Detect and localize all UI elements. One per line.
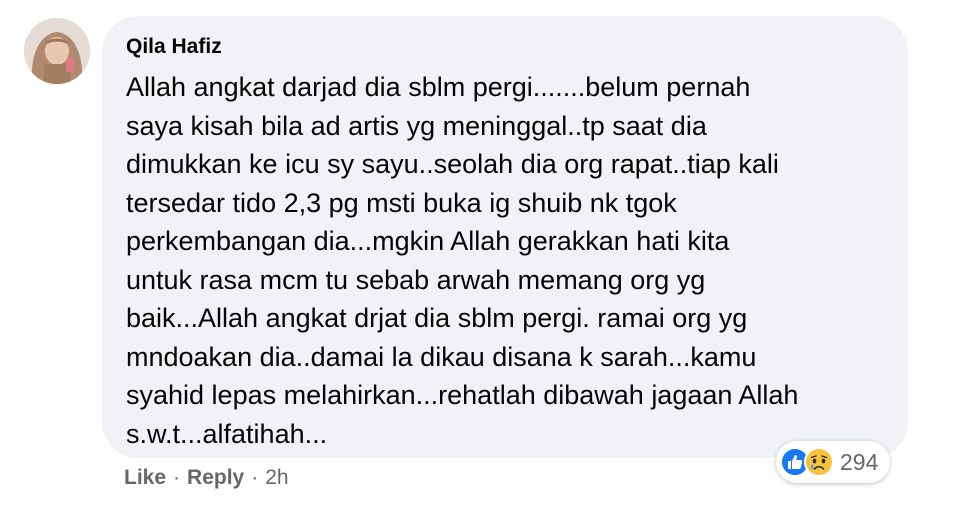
comment-text-line: perkembangan dia...mgkin Allah gerakkan … (126, 226, 730, 256)
comment-text-line: s.w.t...alfatihah... (126, 418, 328, 449)
comment-text-line: baik...Allah angkat drjat dia sblm pergi… (126, 303, 748, 333)
separator: · (173, 466, 181, 489)
comment-text-line: tersedar tido 2,3 pg msti buka ig shuib … (126, 187, 677, 218)
avatar-image (24, 18, 90, 84)
separator: · (251, 466, 259, 489)
comment-text-line: syahid lepas melahirkan...rehatlah dibaw… (126, 380, 799, 410)
sad-icon (804, 447, 834, 477)
comment-author[interactable]: Qila Hafiz (126, 32, 222, 62)
comment-text-line: dimukkan ke icu sy sayu..seolah dia org … (126, 149, 779, 179)
reactions-summary[interactable]: 294 (776, 441, 891, 483)
comment-text: Allah angkat darjad dia sblm pergi......… (126, 68, 886, 453)
reply-button[interactable]: Reply (187, 463, 244, 493)
comment-text-line: saya kisah bila ad artis yg meninggal..t… (126, 110, 707, 141)
comment-text-line: untuk rasa mcm tu sebab arwah memang org… (126, 264, 706, 295)
comment-timestamp[interactable]: 2h (265, 463, 288, 493)
comment-text-line: Allah angkat darjad dia sblm pergi......… (126, 72, 751, 102)
comment-text-line: mndoakan dia..damai la dikau disana k sa… (126, 341, 757, 372)
comment: Qila Hafiz Allah angkat darjad dia sblm … (0, 0, 966, 512)
reaction-count: 294 (840, 448, 879, 475)
like-button[interactable]: Like (124, 463, 166, 493)
avatar[interactable] (24, 18, 90, 84)
comment-bubble: Qila Hafiz Allah angkat darjad dia sblm … (102, 16, 908, 458)
comment-actions: Like · Reply · 2h (124, 463, 289, 493)
